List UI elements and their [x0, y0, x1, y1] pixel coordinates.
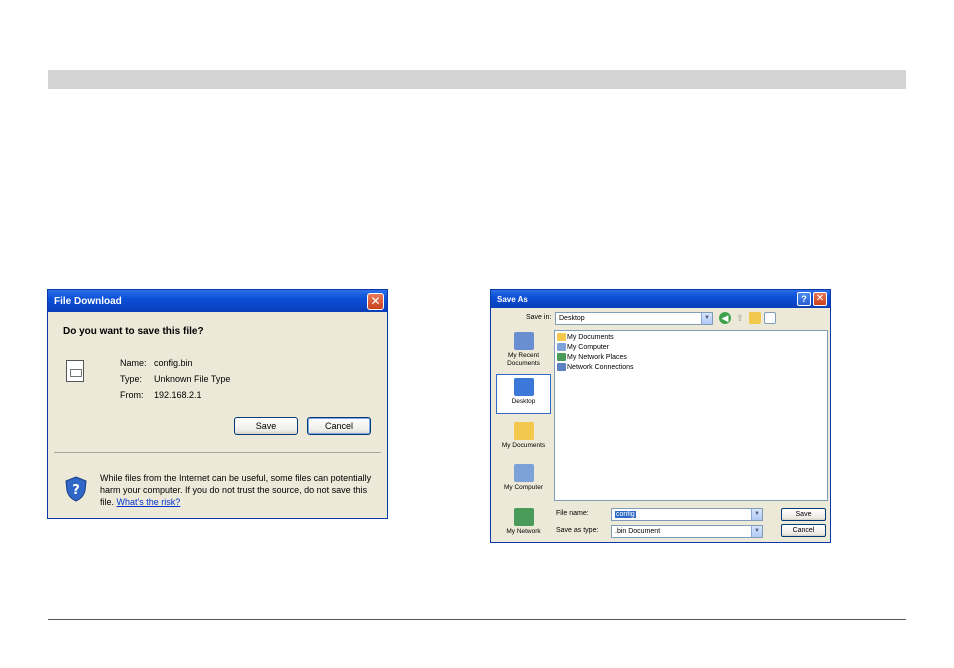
- file-list[interactable]: My Documents My Computer My Network Plac…: [554, 330, 828, 501]
- header-bar: [48, 70, 906, 89]
- view-menu-icon[interactable]: [764, 312, 776, 324]
- list-item-label: Network Connections: [567, 363, 634, 371]
- save-as-dialog: Save As ? ✕ Save in: Desktop ▼ ◀ ⇧ My Re…: [490, 289, 831, 543]
- file-download-title: File Download: [54, 295, 122, 307]
- cancel-button[interactable]: Cancel: [307, 417, 371, 435]
- chevron-down-icon[interactable]: ▼: [751, 526, 762, 537]
- save-in-value: Desktop: [559, 315, 585, 322]
- file-info: Name: config.bin Type: Unknown File Type F…: [120, 355, 230, 403]
- back-icon[interactable]: ◀: [719, 312, 731, 324]
- list-item-label: My Network Places: [567, 353, 627, 361]
- save-in-label: Save in:: [526, 314, 552, 321]
- network-connections-icon: [557, 363, 566, 371]
- from-label: From:: [120, 390, 144, 400]
- list-item-label: My Documents: [567, 333, 614, 341]
- shield-icon: ?: [65, 476, 87, 502]
- place-recent-documents[interactable]: My Recent Documents: [496, 332, 551, 368]
- place-my-computer[interactable]: My Computer: [496, 464, 551, 492]
- recent-documents-icon: [513, 332, 534, 350]
- place-my-documents[interactable]: My Documents: [496, 422, 551, 450]
- places-bar: My Recent Documents Desktop My Documents…: [496, 330, 551, 540]
- toolbar: ◀ ⇧: [719, 312, 776, 324]
- footer-rule: [48, 619, 906, 620]
- close-icon[interactable]: ✕: [367, 293, 384, 310]
- close-icon[interactable]: ✕: [813, 292, 827, 306]
- cancel-button[interactable]: Cancel: [781, 524, 826, 537]
- network-icon: [513, 508, 534, 526]
- network-icon: [557, 353, 566, 361]
- folder-icon: [513, 422, 534, 440]
- type-label: Type:: [120, 374, 143, 384]
- save-as-type-value: .bin Document: [615, 528, 661, 535]
- folder-icon: [557, 333, 566, 341]
- list-item[interactable]: My Network Places: [557, 353, 627, 361]
- place-label: My Documents: [501, 442, 546, 449]
- computer-icon: [557, 343, 566, 351]
- type-value: Unknown File Type: [154, 374, 231, 384]
- help-icon[interactable]: ?: [797, 292, 811, 306]
- file-name-label: File name:: [556, 510, 589, 517]
- risk-link[interactable]: What's the risk?: [117, 497, 181, 507]
- divider: [54, 452, 381, 453]
- save-question: Do you want to save this file?: [63, 326, 204, 337]
- save-as-titlebar[interactable]: Save As ? ✕: [491, 290, 830, 308]
- place-desktop[interactable]: Desktop: [496, 374, 551, 414]
- up-folder-icon[interactable]: ⇧: [734, 312, 746, 324]
- save-as-title: Save As: [497, 294, 528, 304]
- list-item[interactable]: My Documents: [557, 333, 614, 341]
- list-item[interactable]: My Computer: [557, 343, 609, 351]
- name-value: config.bin: [154, 358, 193, 368]
- list-item[interactable]: Network Connections: [557, 363, 634, 371]
- chevron-down-icon[interactable]: ▼: [701, 313, 712, 324]
- file-download-titlebar[interactable]: File Download ✕: [48, 290, 387, 312]
- new-folder-icon[interactable]: [749, 312, 761, 324]
- place-label: My Network: [506, 528, 541, 535]
- save-as-type-label: Save as type:: [556, 527, 599, 534]
- chevron-down-icon[interactable]: ▼: [751, 509, 762, 520]
- list-item-label: My Computer: [567, 343, 610, 351]
- place-my-network[interactable]: My Network: [496, 508, 551, 536]
- computer-icon: [513, 464, 534, 482]
- save-as-type-dropdown[interactable]: .bin Document ▼: [611, 525, 763, 538]
- save-button[interactable]: Save: [234, 417, 298, 435]
- name-label: Name:: [120, 358, 147, 368]
- save-button[interactable]: Save: [781, 508, 826, 521]
- save-in-dropdown[interactable]: Desktop ▼: [555, 312, 713, 325]
- document-icon: [66, 360, 84, 382]
- place-label: Desktop: [511, 398, 536, 405]
- svg-text:?: ?: [72, 483, 80, 498]
- desktop-icon: [513, 378, 534, 396]
- file-download-dialog: File Download ✕ Do you want to save this…: [47, 289, 388, 519]
- warning-message: While files from the Internet can be use…: [100, 472, 380, 508]
- place-label: My Computer: [503, 484, 543, 491]
- from-value: 192.168.2.1: [154, 390, 202, 400]
- file-name-input[interactable]: config ▼: [611, 508, 763, 521]
- file-name-value: config: [615, 511, 636, 518]
- place-label: My Recent Documents: [507, 352, 540, 367]
